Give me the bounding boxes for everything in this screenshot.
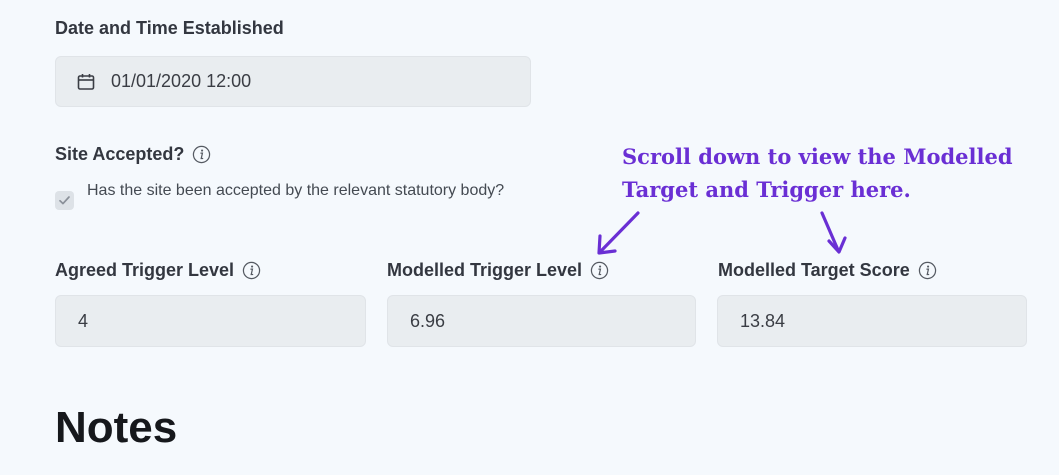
checkmark-icon (59, 196, 70, 205)
modelled-target-score-value: 13.84 (740, 310, 786, 331)
scroll-hint-line-2: Target and Trigger here. (622, 177, 911, 202)
date-established-label-text: Date and Time Established (55, 18, 284, 38)
modelled-target-score-label-text: Modelled Target Score (718, 260, 910, 280)
site-accepted-label: Site Accepted? (55, 144, 211, 165)
modelled-target-score-label: Modelled Target Score (718, 260, 937, 281)
modelled-trigger-level-value: 6.96 (410, 310, 446, 331)
date-established-value: 01/01/2020 12:00 (111, 71, 252, 91)
info-icon[interactable] (242, 261, 261, 280)
arrow-to-target-score-head (827, 236, 847, 254)
agreed-trigger-level-label-text: Agreed Trigger Level (55, 260, 235, 280)
site-accepted-description: Has the site been accepted by the releva… (87, 182, 505, 199)
agreed-trigger-level-value: 4 (78, 310, 89, 331)
arrow-to-target-score (820, 211, 840, 252)
notes-heading: Notes (55, 403, 178, 452)
info-icon[interactable] (192, 145, 211, 164)
info-icon[interactable] (590, 261, 609, 280)
site-accepted-checkbox[interactable] (55, 191, 74, 210)
scroll-hint-line-1: Scroll down to view the Modelled (622, 144, 1013, 169)
info-icon[interactable] (918, 261, 937, 280)
modelled-target-score-input[interactable]: 13.84 (717, 295, 1027, 347)
modelled-trigger-level-label: Modelled Trigger Level (387, 260, 609, 281)
agreed-trigger-level-input[interactable]: 4 (55, 295, 366, 347)
scroll-hint-annotation: Scroll down to view the Modelled Target … (622, 140, 1013, 206)
arrow-to-trigger-level-head (597, 234, 617, 255)
modelled-trigger-level-label-text: Modelled Trigger Level (387, 260, 583, 280)
arrow-to-trigger-level (599, 211, 640, 253)
modelled-trigger-level-input[interactable]: 6.96 (387, 295, 696, 347)
site-accepted-label-text: Site Accepted? (55, 144, 185, 164)
calendar-icon (77, 73, 95, 90)
agreed-trigger-level-label: Agreed Trigger Level (55, 260, 261, 281)
date-established-field[interactable]: 01/01/2020 12:00 (55, 56, 531, 107)
date-established-label: Date and Time Established (55, 18, 284, 39)
